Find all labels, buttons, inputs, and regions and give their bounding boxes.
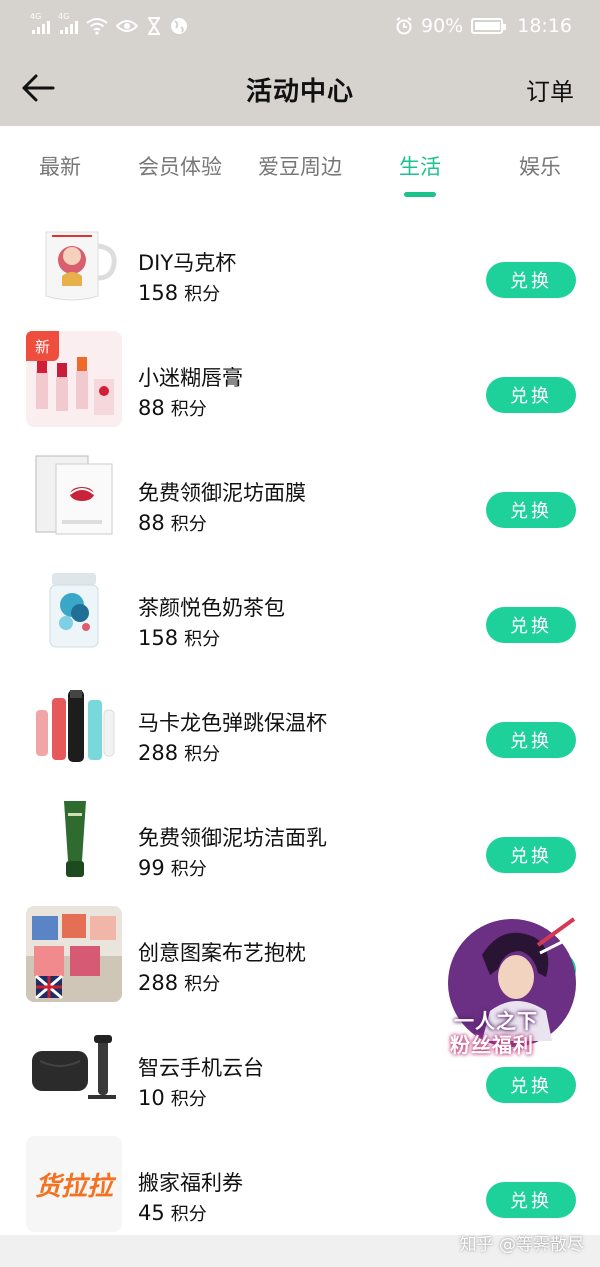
status-left: 4G 4G [30, 12, 188, 35]
banner-subtitle: 粉丝福利 [450, 1033, 534, 1057]
list-item[interactable]: 马卡龙色弹跳保温杯 288 积分 兑换 [0, 676, 600, 791]
item-points: 88 积分 [138, 511, 207, 535]
tab-entertainment[interactable]: 娱乐 [480, 126, 600, 202]
item-points: 10 积分 [138, 1086, 207, 1110]
thermos-thumbnail [26, 676, 122, 772]
new-badge: 新 [26, 331, 59, 361]
tab-life-label: 生活 [399, 155, 441, 179]
item-name: DIY马克杯 [138, 251, 237, 275]
signal-icon-2: 4G [58, 12, 78, 34]
status-bar: 4G 4G 90% 18:16 [0, 0, 600, 52]
mug-thumbnail [26, 216, 122, 312]
redeem-button[interactable]: 兑换 [486, 1067, 576, 1103]
eye-icon [116, 20, 138, 32]
signal-icon: 4G [30, 12, 50, 34]
list-item[interactable]: 小迷糊唇膏 88 积分 兑换 [0, 331, 600, 446]
arrow-left-icon [22, 74, 55, 102]
item-points: 288 积分 [138, 741, 221, 765]
redeem-button[interactable]: 兑换 [486, 1182, 576, 1218]
redeem-button[interactable]: 兑换 [486, 377, 576, 413]
globe-icon [171, 18, 187, 34]
tab-idol-merch[interactable]: 爱豆周边 [240, 126, 360, 202]
clock: 18:16 [517, 15, 572, 37]
list-item[interactable]: 茶颜悦色奶茶包 158 积分 兑换 [0, 561, 600, 676]
milk-tea-thumbnail [26, 561, 122, 657]
battery-percent: 90% [421, 15, 464, 37]
page-title: 活动中心 [245, 76, 354, 107]
tab-life[interactable]: 生活 [360, 126, 480, 202]
category-tabs: 最新 会员体验 爱豆周边 生活 娱乐 [0, 126, 600, 202]
item-name: 免费领御泥坊洁面乳 [138, 826, 327, 850]
nav-bar: 活动中心 订单 [0, 52, 600, 126]
item-name: 茶颜悦色奶茶包 [138, 596, 285, 620]
redeem-button[interactable]: 兑换 [486, 607, 576, 643]
list-item[interactable]: 免费领御泥坊面膜 88 积分 兑换 [0, 446, 600, 561]
alarm-icon [396, 17, 412, 35]
huolala-logo-text: 货拉拉 [34, 1171, 113, 1202]
battery-icon [471, 18, 507, 34]
redeem-button[interactable]: 兑换 [486, 492, 576, 528]
item-name: 免费领御泥坊面膜 [138, 481, 306, 505]
gimbal-thumbnail [26, 1021, 122, 1117]
status-right: 90% 18:16 [395, 15, 572, 37]
item-points: 288 积分 [138, 971, 221, 995]
list-item[interactable]: DIY马克杯 158 积分 兑换 [0, 216, 600, 331]
tab-member-experience[interactable]: 会员体验 [120, 126, 240, 202]
back-button[interactable] [18, 68, 58, 108]
item-name: 搬家福利券 [138, 1171, 243, 1195]
item-points: 158 积分 [138, 626, 221, 650]
redeem-button[interactable]: 兑换 [486, 837, 576, 873]
item-name: 小迷糊唇膏 [138, 366, 243, 390]
orders-link[interactable]: 订单 [526, 72, 574, 107]
active-tab-indicator [404, 192, 436, 197]
hourglass-icon [148, 17, 160, 35]
cleanser-thumbnail [26, 791, 122, 887]
floating-promo-banner[interactable]: 一人之下 粉丝福利 [442, 915, 582, 1057]
redeem-button[interactable]: 兑换 [486, 262, 576, 298]
pillow-thumbnail [26, 906, 122, 1002]
watermark: 知乎 @等霁散尽 [459, 1235, 584, 1255]
item-name: 创意图案布艺抱枕 [138, 941, 306, 965]
item-points: 45 积分 [138, 1201, 207, 1225]
item-points: 99 积分 [138, 856, 207, 880]
item-points: 158 积分 [138, 281, 221, 305]
reward-list: DIY马克杯 158 积分 兑换 小迷糊唇膏 88 积分 兑换 新 免费领御泥坊面膜… [0, 202, 600, 1235]
tab-latest[interactable]: 最新 [0, 126, 120, 202]
face-mask-thumbnail [26, 446, 122, 542]
huolala-logo-thumbnail: 货拉拉 [26, 1136, 122, 1232]
item-points: 88 积分 [138, 396, 207, 420]
list-item[interactable]: 免费领御泥坊洁面乳 99 积分 兑换 [0, 791, 600, 906]
item-name: 智云手机云台 [138, 1056, 264, 1080]
item-name: 马卡龙色弹跳保温杯 [138, 711, 327, 735]
wifi-icon [86, 18, 108, 35]
redeem-button[interactable]: 兑换 [486, 722, 576, 758]
